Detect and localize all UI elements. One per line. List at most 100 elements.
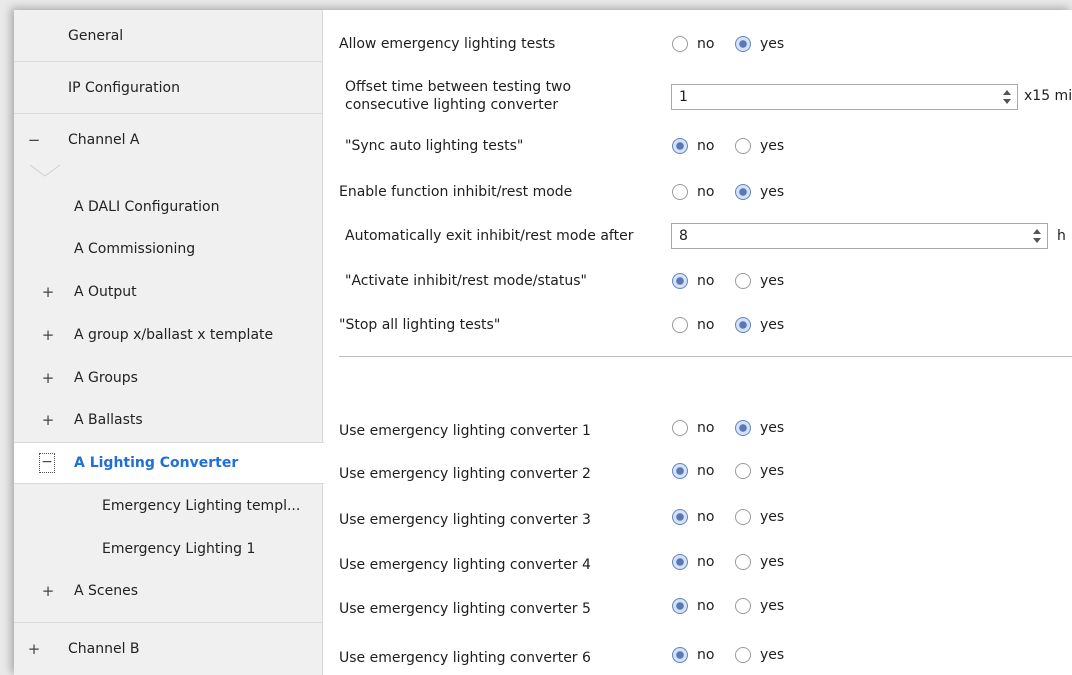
- expand-icon[interactable]: +: [40, 570, 56, 612]
- param-label-stop-all: "Stop all lighting tests": [339, 317, 501, 333]
- sidebar-item-label: A DALI Configuration: [74, 199, 220, 215]
- offset-time-spinbox[interactable]: 1: [671, 84, 1018, 110]
- sidebar-nav: General IP Configuration − Channel A A D…: [14, 10, 324, 675]
- radio-converter-2-yes[interactable]: [735, 463, 751, 479]
- radio-label-yes: yes: [760, 317, 785, 333]
- auto-exit-spinbox[interactable]: 8: [671, 223, 1048, 249]
- sidebar-item-a-group-template[interactable]: + A group x/ballast x template: [14, 314, 322, 356]
- sidebar-item-label: A Groups: [74, 370, 138, 386]
- radio-label-no: no: [697, 509, 715, 525]
- radio-label-no: no: [697, 317, 715, 333]
- radio-label-no: no: [697, 36, 715, 52]
- radio-label-no: no: [697, 273, 715, 289]
- sidebar-item-label: IP Configuration: [68, 80, 180, 96]
- sidebar-item-label: A Lighting Converter: [74, 455, 239, 471]
- radio-allow-tests-yes[interactable]: [735, 36, 751, 52]
- param-label-activate-inhibit: "Activate inhibit/rest mode/status": [345, 273, 587, 289]
- param-label-converter-6: Use emergency lighting converter 6: [339, 650, 591, 666]
- radio-label-yes: yes: [760, 598, 785, 614]
- sidebar-item-label: Emergency Lighting 1: [102, 541, 256, 557]
- radio-label-yes: yes: [760, 184, 785, 200]
- radio-label-no: no: [697, 420, 715, 436]
- radio-label-yes: yes: [760, 138, 785, 154]
- sidebar-item-label: Emergency Lighting templ...: [102, 498, 301, 514]
- param-label-allow-tests: Allow emergency lighting tests: [339, 36, 556, 52]
- radio-converter-3-no[interactable]: [672, 509, 688, 525]
- param-label-auto-exit: Automatically exit inhibit/rest mode aft…: [345, 228, 634, 244]
- expand-icon[interactable]: +: [24, 623, 44, 675]
- radio-converter-3-yes[interactable]: [735, 509, 751, 525]
- expand-icon[interactable]: +: [40, 314, 56, 356]
- sidebar-item-channel-b[interactable]: + Channel B: [14, 622, 322, 674]
- sidebar-item-a-lighting-converter[interactable]: − A Lighting Converter: [14, 442, 324, 484]
- radio-label-no: no: [697, 554, 715, 570]
- sidebar-item-emergency-lighting-1[interactable]: Emergency Lighting 1: [14, 528, 322, 570]
- auto-exit-value: 8: [679, 228, 688, 244]
- sidebar-item-a-ballasts[interactable]: + A Ballasts: [14, 399, 322, 441]
- sidebar-item-channel-a[interactable]: − Channel A: [14, 114, 322, 166]
- collapse-icon[interactable]: −: [24, 114, 44, 166]
- sidebar-item-a-groups[interactable]: + A Groups: [14, 357, 322, 399]
- sidebar-item-a-commissioning[interactable]: A Commissioning: [14, 228, 322, 270]
- app-window: General IP Configuration − Channel A A D…: [14, 10, 1072, 675]
- parameter-panel: Allow emergency lighting tests no yes Of…: [323, 10, 1072, 675]
- sidebar-item-label: A Scenes: [74, 583, 139, 599]
- spinner-arrows-icon[interactable]: [1003, 89, 1011, 105]
- radio-label-no: no: [697, 647, 715, 663]
- expand-icon[interactable]: +: [40, 357, 56, 399]
- sidebar-item-a-output[interactable]: + A Output: [14, 271, 322, 313]
- radio-allow-tests-no[interactable]: [672, 36, 688, 52]
- radio-enable-inhibit-yes[interactable]: [735, 184, 751, 200]
- sidebar-item-ip-configuration[interactable]: IP Configuration: [14, 62, 322, 114]
- param-label-offset-time: Offset time between testing two consecut…: [345, 79, 572, 113]
- param-label-converter-1: Use emergency lighting converter 1: [339, 423, 591, 439]
- sidebar-item-label: General: [68, 28, 124, 44]
- param-label-sync-auto: "Sync auto lighting tests": [345, 138, 524, 154]
- radio-label-no: no: [697, 598, 715, 614]
- sidebar-item-label: Channel B: [68, 641, 140, 657]
- radio-converter-5-yes[interactable]: [735, 598, 751, 614]
- radio-label-no: no: [697, 184, 715, 200]
- sidebar-item-label: A Ballasts: [74, 412, 143, 428]
- sidebar-item-label: A Output: [74, 284, 137, 300]
- sidebar-item-a-scenes[interactable]: + A Scenes: [14, 570, 322, 612]
- radio-converter-5-no[interactable]: [672, 598, 688, 614]
- sidebar-item-emergency-lighting-template[interactable]: Emergency Lighting templ...: [14, 485, 322, 527]
- radio-converter-6-yes[interactable]: [735, 647, 751, 663]
- sidebar-item-label: A group x/ballast x template: [74, 327, 274, 343]
- radio-label-yes: yes: [760, 554, 785, 570]
- radio-stop-all-yes[interactable]: [735, 317, 751, 333]
- sidebar-item-label: Channel A: [68, 132, 140, 148]
- collapse-icon[interactable]: −: [39, 453, 55, 473]
- radio-converter-1-yes[interactable]: [735, 420, 751, 436]
- radio-label-yes: yes: [760, 420, 785, 436]
- sidebar-item-general[interactable]: General: [14, 10, 322, 62]
- radio-label-yes: yes: [760, 463, 785, 479]
- radio-sync-auto-no[interactable]: [672, 138, 688, 154]
- expand-icon[interactable]: +: [40, 271, 56, 313]
- radio-enable-inhibit-no[interactable]: [672, 184, 688, 200]
- radio-sync-auto-yes[interactable]: [735, 138, 751, 154]
- radio-stop-all-no[interactable]: [672, 317, 688, 333]
- radio-converter-4-yes[interactable]: [735, 554, 751, 570]
- radio-converter-2-no[interactable]: [672, 463, 688, 479]
- expanded-pointer-icon: [30, 164, 60, 177]
- radio-converter-1-no[interactable]: [672, 420, 688, 436]
- sidebar-item-label: A Commissioning: [74, 241, 196, 257]
- sidebar-item-a-dali-configuration[interactable]: A DALI Configuration: [14, 186, 322, 228]
- radio-label-yes: yes: [760, 647, 785, 663]
- radio-converter-6-no[interactable]: [672, 647, 688, 663]
- param-label-converter-4: Use emergency lighting converter 4: [339, 557, 591, 573]
- offset-time-unit: x15 min: [1024, 88, 1072, 104]
- section-divider: [339, 356, 1072, 357]
- param-label-converter-3: Use emergency lighting converter 3: [339, 512, 591, 528]
- radio-activate-inhibit-no[interactable]: [672, 273, 688, 289]
- param-label-enable-inhibit: Enable function inhibit/rest mode: [339, 184, 573, 200]
- radio-label-yes: yes: [760, 36, 785, 52]
- param-label-converter-2: Use emergency lighting converter 2: [339, 466, 591, 482]
- spinner-arrows-icon[interactable]: [1033, 228, 1041, 244]
- expand-icon[interactable]: +: [40, 399, 56, 441]
- radio-converter-4-no[interactable]: [672, 554, 688, 570]
- auto-exit-unit: h: [1057, 228, 1066, 244]
- radio-activate-inhibit-yes[interactable]: [735, 273, 751, 289]
